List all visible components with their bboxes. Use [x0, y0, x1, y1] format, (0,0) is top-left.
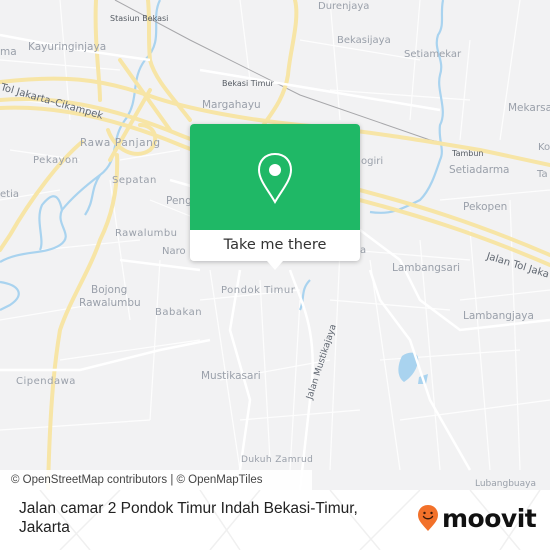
moovit-pin-smile-icon — [418, 505, 438, 531]
place-label-bojong: Bojong — [91, 284, 128, 296]
place-label-pekopen: Pekopen — [463, 201, 508, 213]
place-label-margahayu: Margahayu — [202, 99, 261, 111]
place-label-tambun: Tambun — [452, 149, 484, 158]
place-label-sepatan: Sepatan — [112, 175, 157, 186]
destination-address: Jalan camar 2 Pondok Timur Indah Bekasi-… — [19, 500, 358, 536]
popup-pointer — [267, 261, 283, 270]
place-label-dukuh-zamrud: Dukuh Zamrud — [241, 455, 314, 465]
place-label-pengasinan: Peng — [166, 195, 192, 207]
place-label-rawa-panjang: Rawa Panjang — [80, 137, 161, 149]
place-label-cipendawa: Cipendawa — [16, 376, 76, 387]
place-label-ko: Ko — [538, 142, 550, 153]
place-label-narogong: Naro — [162, 246, 186, 257]
map[interactable]: Stasiun Bekasi Durenjaya Kayuringinjaya … — [0, 0, 550, 490]
location-pin-icon — [257, 152, 293, 204]
place-label-setiadarma: Setiadarma — [449, 164, 510, 176]
place-label-bogiri: ogiri — [361, 156, 384, 167]
place-label-babakan: Babakan — [155, 307, 203, 318]
place-label-ta: Ta — [537, 169, 548, 180]
take-me-there-button[interactable]: Take me there — [190, 230, 360, 261]
place-label-bekasijaya: Bekasijaya — [337, 35, 391, 46]
place-label-stasiun-bekasi: Stasiun Bekasi — [110, 14, 169, 23]
place-label-setiamekar: Setiamekar — [404, 49, 462, 60]
place-label-pondok-timur: Pondok Timur — [221, 285, 296, 296]
place-label-durenjaya: Durenjaya — [318, 1, 370, 12]
place-label-bekasi-timur: Bekasi Timur — [222, 79, 274, 88]
popup-header — [190, 124, 360, 230]
place-label-rawalumbu: Rawalumbu — [115, 228, 178, 239]
place-label-ma: ma — [0, 46, 17, 58]
place-label-lubangbuaya: Lubangbuaya — [475, 479, 536, 489]
place-label-bojong-rawalumbu: Rawalumbu — [79, 297, 141, 309]
place-label-lambangsari: Lambangsari — [392, 262, 461, 274]
place-label-lambangjaya: Lambangjaya — [463, 310, 534, 322]
place-label-setia: etia — [0, 189, 19, 200]
map-attribution[interactable]: © OpenStreetMap contributors | © OpenMap… — [0, 470, 312, 490]
place-label-pekayon: Pekayon — [33, 155, 79, 166]
moovit-logo[interactable]: moovit — [417, 502, 537, 534]
footer: Jalan camar 2 Pondok Timur Indah Bekasi-… — [0, 490, 550, 550]
place-label-mustikasari: Mustikasari — [201, 370, 261, 382]
place-label-a: a — [360, 245, 367, 256]
moovit-wordmark: moovit — [442, 503, 537, 533]
place-label-mekarsari: Mekarsa — [508, 102, 550, 114]
destination-popup: Take me there — [190, 124, 360, 270]
place-label-kayuringinjaya: Kayuringinjaya — [28, 41, 107, 53]
